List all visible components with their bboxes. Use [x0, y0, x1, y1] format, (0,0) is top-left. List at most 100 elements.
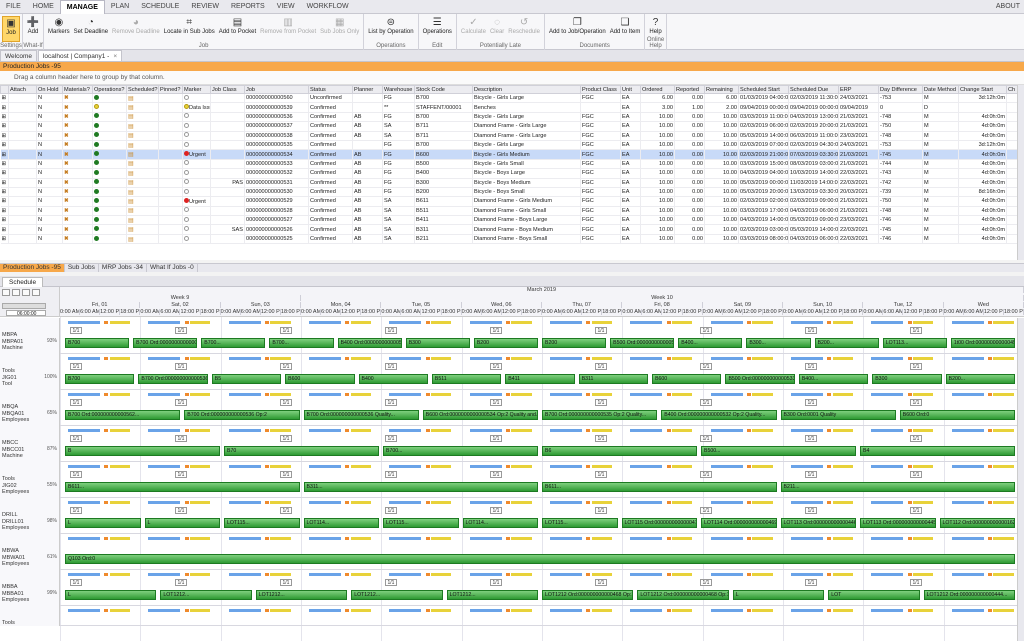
- operation-bar[interactable]: B500 Ord:000000000000533: [610, 338, 675, 348]
- column-header[interactable]: Job Class: [210, 85, 245, 94]
- setup-box[interactable]: 1/1: [70, 363, 82, 370]
- zoom-out-icon[interactable]: [12, 289, 20, 296]
- setup-box[interactable]: 1/1: [595, 327, 607, 334]
- column-header[interactable]: Pinned?: [158, 85, 183, 94]
- add-button[interactable]: ➕ Add: [25, 16, 41, 42]
- jobs-tab-3[interactable]: What If Jobs -0: [147, 264, 198, 272]
- setup-box[interactable]: 1/1: [805, 435, 817, 442]
- setup-box[interactable]: 1/1: [385, 327, 397, 334]
- operation-bar[interactable]: B211...: [780, 482, 1015, 492]
- resource-header[interactable]: MBQA MBQA01 Employees 65%: [0, 390, 60, 426]
- setup-box[interactable]: 1/1: [700, 507, 712, 514]
- setup-box[interactable]: 1/1: [910, 363, 922, 370]
- setup-box[interactable]: 1/1: [280, 399, 292, 406]
- menu-tab-plan[interactable]: PLAN: [105, 0, 135, 14]
- operation-bar[interactable]: LOT1212 Ord:000000000000468 Op:1 Bicycle…: [542, 590, 634, 600]
- menu-tab-workflow[interactable]: WORKFLOW: [301, 0, 355, 14]
- setup-box[interactable]: 1/1: [385, 579, 397, 586]
- setup-box[interactable]: 1/1: [910, 399, 922, 406]
- group-by-area[interactable]: Drag a column header here to group by th…: [0, 71, 1024, 85]
- setup-box[interactable]: 1/1: [70, 507, 82, 514]
- setup-box[interactable]: 1/1: [700, 363, 712, 370]
- grid-vertical-scrollbar[interactable]: [1017, 85, 1024, 260]
- operation-bar[interactable]: B: [65, 446, 220, 456]
- operation-bar[interactable]: B70: [224, 446, 379, 456]
- setup-box[interactable]: 1/1: [70, 435, 82, 442]
- resource-header[interactable]: MBCC MBCC01 Machine 87%: [0, 426, 60, 462]
- expand-icon[interactable]: ⊞: [2, 161, 7, 167]
- document-tab-0[interactable]: Welcome: [0, 50, 37, 61]
- setup-box[interactable]: 1/1: [175, 579, 187, 586]
- table-row[interactable]: ⊞ N ✖ ▤ 000000000000530 Confirmed AB FG B200 Bicy…: [0, 187, 1024, 198]
- operation-bar[interactable]: B300: [872, 374, 942, 384]
- expand-icon[interactable]: ⊞: [2, 198, 7, 204]
- setup-box[interactable]: 1/1: [385, 363, 397, 370]
- resource-header[interactable]: Tools: [0, 606, 60, 626]
- operation-bar[interactable]: 1t00 Ord:000000000000450: [950, 338, 1015, 348]
- setup-box[interactable]: 1/1: [490, 435, 502, 442]
- operation-bar[interactable]: L: [65, 518, 141, 528]
- setup-box[interactable]: 1/1: [700, 579, 712, 586]
- locate-in-sub-jobs-button[interactable]: ⌗ Locate in Sub Jobs: [162, 16, 217, 42]
- menu-tab-schedule[interactable]: SCHEDULE: [135, 0, 185, 14]
- operation-bar[interactable]: B500 Ord:000000000000533: [725, 374, 795, 384]
- table-row[interactable]: ⊞ N ✖ ▤ 000000000000527 Confirmed AB SA B411 Diam…: [0, 215, 1024, 226]
- operation-bar[interactable]: B600: [652, 374, 722, 384]
- list-by-operation-button[interactable]: ⊜ List by Operation: [366, 16, 415, 42]
- expand-icon[interactable]: ⊞: [2, 95, 7, 101]
- zoom-slider[interactable]: [2, 303, 46, 309]
- operation-bar[interactable]: B600 Ord:0000000000000534 Op:2 Quality a…: [422, 410, 538, 420]
- expand-icon[interactable]: ⊞: [2, 133, 7, 139]
- setup-box[interactable]: 1/1: [490, 327, 502, 334]
- expand-icon[interactable]: ⊞: [2, 208, 7, 214]
- operation-bar[interactable]: B4: [860, 446, 1015, 456]
- operation-bar[interactable]: B400...: [798, 374, 869, 384]
- setup-box[interactable]: 1/1: [490, 579, 502, 586]
- operation-bar[interactable]: LOT114 Ord:000000000000469 Op:1 Drilling: [701, 518, 777, 528]
- operation-bar[interactable]: LOT115...: [224, 518, 300, 528]
- calculate-button[interactable]: ✓ Calculate: [459, 16, 488, 42]
- operation-bar[interactable]: LOT113 Ord:000000000000446...: [780, 518, 856, 528]
- setup-box[interactable]: 1/1: [700, 435, 712, 442]
- operation-bar[interactable]: LOT113...: [882, 338, 947, 348]
- setup-box[interactable]: 1/1: [595, 363, 607, 370]
- column-header[interactable]: [0, 85, 9, 94]
- setup-box[interactable]: 1/1: [595, 507, 607, 514]
- setup-box[interactable]: 1/1: [805, 471, 817, 478]
- operation-bar[interactable]: B600: [285, 374, 355, 384]
- column-header[interactable]: Attach: [8, 85, 37, 94]
- resource-header[interactable]: Tools JIG02 Employees 55%: [0, 462, 60, 498]
- add-to-item-button[interactable]: ❑ Add to Item: [608, 16, 643, 42]
- operation-bar[interactable]: B300: [405, 338, 470, 348]
- jobs-tab-1[interactable]: Sub Jobs: [65, 264, 99, 272]
- column-header[interactable]: Description: [472, 85, 581, 94]
- operation-bar[interactable]: LOT112 Ord:000000000000162 Op: [939, 518, 1015, 528]
- menu-tab-file[interactable]: FILE: [0, 0, 27, 14]
- table-row[interactable]: ⊞ N ✖ ▤ Urgent 000000000000529 Confirmed AB SA B6…: [0, 196, 1024, 207]
- expand-icon[interactable]: ⊞: [2, 217, 7, 223]
- resource-header[interactable]: MBPA MBPA01 Machine 93%: [0, 318, 60, 354]
- setup-box[interactable]: 1/1: [700, 471, 712, 478]
- setup-box[interactable]: 1/1: [910, 579, 922, 586]
- setup-box[interactable]: 1/1: [280, 471, 292, 478]
- setup-box[interactable]: 1/1: [280, 363, 292, 370]
- setup-box[interactable]: 1/1: [70, 579, 82, 586]
- operation-bar[interactable]: B700 Ord:000000000000535 Op:2 Quality...: [542, 410, 658, 420]
- resource-header[interactable]: DRILL DRILL01 Employees 98%: [0, 498, 60, 534]
- operation-bar[interactable]: B400: [358, 374, 428, 384]
- operation-bar[interactable]: B400 Ord:000000000000532 Op:2 Quality...: [661, 410, 777, 420]
- column-header[interactable]: Remaining: [704, 85, 739, 94]
- table-row[interactable]: ⊞ N ✖ ▤ 000000000000560 Unconfirmed FG B700 Bicy…: [0, 93, 1024, 104]
- column-header[interactable]: Ordered: [640, 85, 675, 94]
- operation-bar[interactable]: B300 Ord:0001 Quality: [780, 410, 896, 420]
- remove-from-pocket-button[interactable]: ▥ Remove from Pocket: [258, 16, 318, 42]
- column-header[interactable]: Job: [244, 85, 309, 94]
- setup-box[interactable]: 1/1: [175, 507, 187, 514]
- setup-box[interactable]: 1/1: [490, 399, 502, 406]
- table-row[interactable]: ⊞ N ✖ ▤ 000000000000533 Confirmed AB FG B500 Bicy…: [0, 159, 1024, 170]
- add-to-pocket-button[interactable]: ▤ Add to Pocket: [217, 16, 258, 42]
- jobs-tab-2[interactable]: MRP Jobs -34: [99, 264, 147, 272]
- menu-tab-home[interactable]: HOME: [27, 0, 60, 14]
- table-row[interactable]: ⊞ N ✖ ▤ 000000000000538 Confirmed AB SA B711 Diam…: [0, 131, 1024, 141]
- setup-box[interactable]: 1/1: [385, 507, 397, 514]
